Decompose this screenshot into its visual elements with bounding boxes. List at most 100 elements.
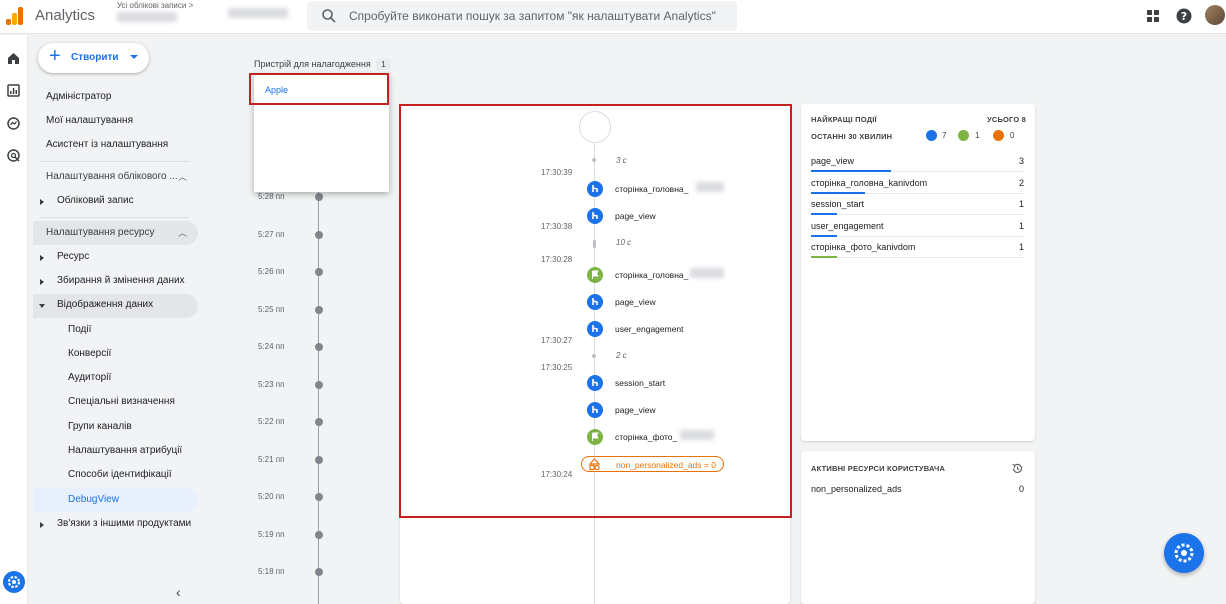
top-event-row[interactable]: session_start 1 (811, 197, 1024, 215)
error-count-icon (993, 130, 1004, 141)
nav-item-account[interactable]: Обліковий запис (33, 190, 199, 212)
nav-item-reporting-identity[interactable]: Способи ідентифікації (33, 464, 199, 486)
event-count-icon (926, 130, 937, 141)
user-property-value: 0 (1018, 484, 1024, 494)
nav-divider (41, 217, 189, 218)
nav-item-data-display[interactable]: Відображення даних (33, 294, 199, 316)
home-icon[interactable] (6, 51, 21, 66)
nav-item-property[interactable]: Ресурс (33, 246, 199, 268)
top-event-count: 1 (1018, 199, 1024, 209)
top-event-row[interactable]: user_engagement 1 (811, 219, 1024, 237)
nav-item-events[interactable]: Події (33, 319, 199, 341)
search-icon (322, 9, 336, 23)
event-count: 7 (942, 131, 947, 140)
nav-item-label: Події (68, 324, 92, 335)
left-rail (0, 35, 28, 604)
top-event-row[interactable]: сторінка_фото_kanivdom 1 (811, 240, 1024, 258)
nav-item-channel-groups[interactable]: Групи каналів (33, 416, 199, 438)
minute-label: 5:22 пп (258, 417, 285, 426)
collapse-arrow-icon (39, 304, 45, 311)
nav-item-admin[interactable]: Адміністратор (33, 86, 199, 108)
collapse-nav-icon[interactable]: ‹ (176, 584, 181, 600)
search-bar[interactable]: Спробуйте виконати пошук за запитом "як … (307, 1, 737, 31)
top-events-period: ОСТАННІ 30 ХВИЛИН (811, 132, 893, 141)
chevron-up-icon: ︿ (178, 172, 188, 182)
nav-item-debugview[interactable]: DebugView (33, 489, 199, 511)
error-count: 0 (1010, 131, 1015, 140)
minute-row[interactable]: 5:27 пп (258, 230, 328, 242)
nav-divider (41, 161, 189, 162)
create-button[interactable]: + Створити (38, 43, 149, 73)
user-avatar[interactable] (1205, 5, 1225, 25)
top-event-name: page_view (811, 156, 855, 166)
top-event-name: user_engagement (811, 220, 884, 231)
analytics-logo[interactable] (6, 7, 24, 25)
top-event-name: сторінка_головна_kanivdom (811, 177, 928, 188)
nav-section-account-settings[interactable]: Налаштування облікового ... ︿ (33, 166, 199, 188)
minute-dot (315, 568, 323, 576)
minute-dot (315, 455, 323, 464)
minute-dot (315, 343, 323, 351)
nav-item-product-links[interactable]: Зв'язки з іншими продуктами (33, 513, 199, 535)
minute-row[interactable]: 5:20 пп (258, 492, 328, 504)
reports-icon[interactable] (6, 83, 21, 98)
nav-item-my-settings[interactable]: Мої налаштування (33, 110, 199, 132)
top-event-bar-track (811, 214, 1024, 215)
nav-item-label: Конверсії (68, 348, 112, 359)
minute-row[interactable]: 5:22 пп (258, 417, 328, 429)
account-selector[interactable]: Усі облікові записи > (117, 1, 193, 10)
help-icon[interactable]: ? (1175, 7, 1193, 25)
expand-arrow-icon (40, 522, 47, 528)
minute-dot (315, 493, 323, 501)
top-event-name: сторінка_фото_kanivdom (811, 242, 916, 252)
history-icon[interactable] (1011, 462, 1024, 475)
minute-row[interactable]: 5:24 пп (258, 342, 328, 354)
debug-device-label[interactable]: Пристрій для налагодження (254, 59, 371, 69)
expand-arrow-icon (40, 279, 47, 285)
user-properties-card (801, 451, 1035, 604)
minute-label: 5:28 пп (258, 192, 285, 201)
nav-item-data-collection[interactable]: Збирання й змінення даних (33, 270, 199, 292)
minutes-stream-axis (318, 190, 319, 604)
highlight-frame-stream (399, 104, 792, 518)
minute-row[interactable]: 5:26 пп (258, 267, 328, 279)
top-event-row[interactable]: сторінка_головна_kanivdom 2 (811, 176, 1024, 194)
gear-icon (1174, 543, 1194, 563)
admin-gear-icon[interactable] (3, 571, 25, 593)
nav-item-attribution-settings[interactable]: Налаштування атрибуції (33, 440, 199, 462)
minute-row[interactable]: 5:28 пп (258, 192, 328, 204)
apps-grid-icon[interactable] (1144, 7, 1162, 25)
debug-settings-fab[interactable] (1164, 533, 1204, 573)
admin-nav-panel: + Створити Адміністратор Мої налаштуванн… (33, 35, 199, 604)
redacted-property-name (228, 8, 288, 18)
explore-icon[interactable] (6, 116, 21, 131)
nav-item-label: Зв'язки з іншими продуктами (57, 518, 192, 529)
nav-item-label: Асистент із налаштування (46, 139, 169, 150)
minute-row[interactable]: 5:19 пп (258, 530, 328, 542)
nav-section-property-settings[interactable]: Налаштування ресурсу ︿ (33, 222, 199, 244)
nav-item-custom-definitions[interactable]: Спеціальні визначення (33, 391, 199, 413)
svg-text:?: ? (1181, 10, 1187, 23)
minute-label: 5:24 пп (258, 342, 285, 351)
minute-row[interactable]: 5:21 пп (258, 455, 328, 467)
nav-item-setup-assistant[interactable]: Асистент із налаштування (33, 134, 199, 156)
nav-item-label: Налаштування ресурсу (46, 227, 155, 238)
top-event-row[interactable]: page_view 3 (811, 154, 1024, 172)
nav-item-conversions[interactable]: Конверсії (33, 343, 199, 365)
top-event-bar-track (811, 235, 1024, 237)
expand-arrow-icon (40, 199, 47, 205)
nav-item-label: Збирання й змінення даних (57, 275, 185, 286)
minute-row[interactable]: 5:18 пп (258, 567, 328, 579)
advertising-icon[interactable] (6, 148, 21, 163)
nav-item-label: Адміністратор (46, 91, 112, 102)
nav-item-label: Аудиторії (68, 372, 112, 383)
user-property-row[interactable]: non_personalized_ads 0 (811, 482, 1024, 500)
minute-row[interactable]: 5:25 пп (258, 305, 328, 317)
nav-item-audiences[interactable]: Аудиторії (33, 367, 199, 389)
redacted-account-name (117, 12, 177, 22)
top-event-count: 2 (1018, 177, 1024, 188)
minute-row[interactable]: 5:23 пп (258, 380, 328, 392)
nav-item-label: Обліковий запис (57, 195, 134, 206)
minute-dot (315, 530, 323, 539)
top-event-bar (811, 170, 891, 172)
